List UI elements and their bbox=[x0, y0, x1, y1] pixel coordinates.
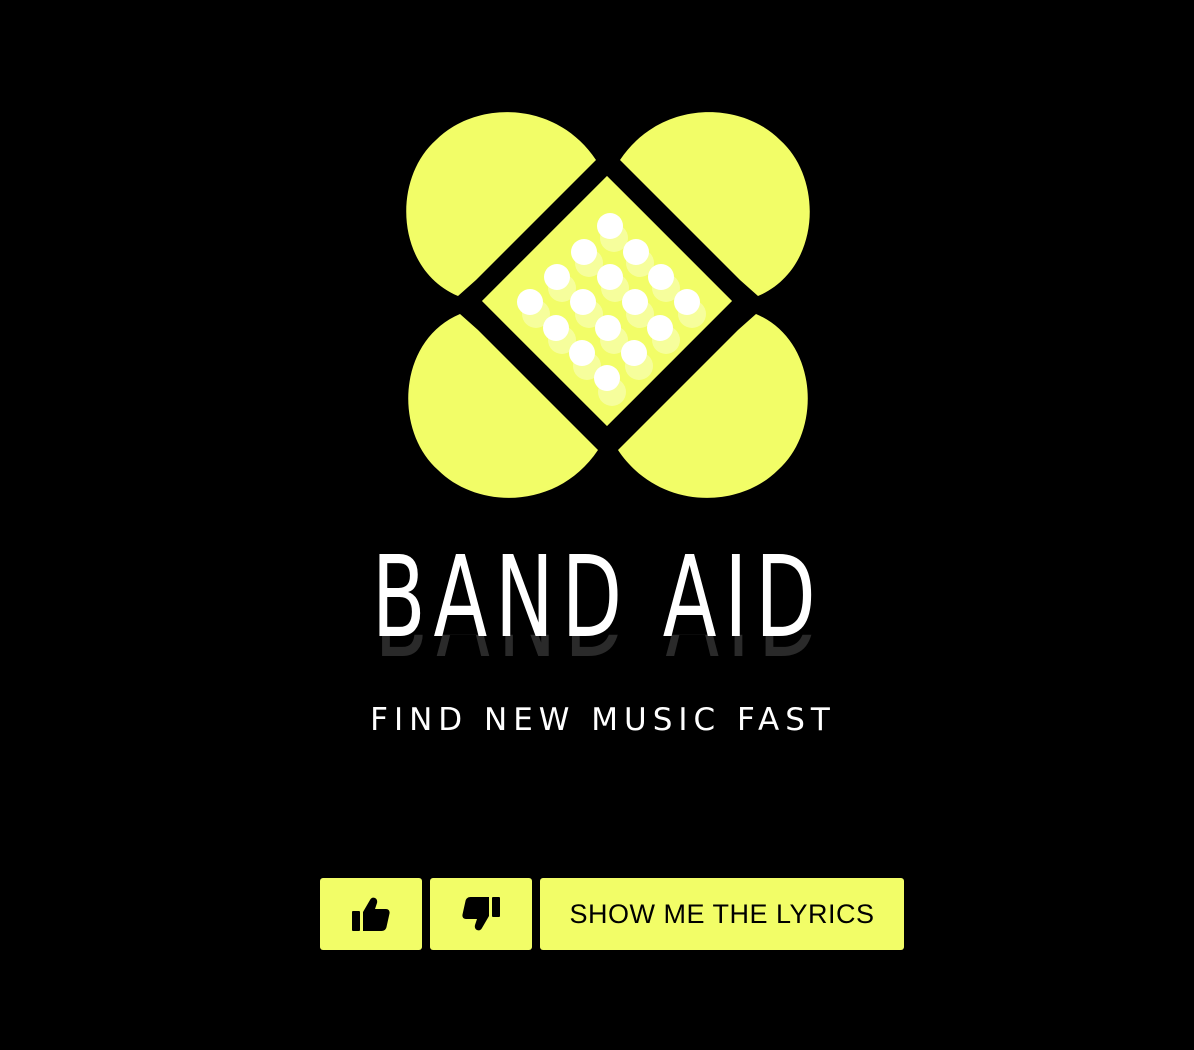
thumbs-up-icon bbox=[352, 897, 390, 931]
dislike-button[interactable] bbox=[430, 878, 532, 950]
band-aid-logo bbox=[406, 112, 810, 498]
app-page: BAND AID BAND AID FIND NEW MUSIC FAST SH… bbox=[0, 0, 1194, 1050]
brand-tagline: FIND NEW MUSIC FAST bbox=[370, 702, 836, 738]
like-button[interactable] bbox=[320, 878, 422, 950]
thumbs-down-icon bbox=[462, 897, 500, 931]
action-controls: SHOW ME THE LYRICS bbox=[320, 878, 904, 950]
brand-title: BAND AID bbox=[371, 533, 824, 663]
show-lyrics-button[interactable]: SHOW ME THE LYRICS bbox=[540, 878, 904, 950]
